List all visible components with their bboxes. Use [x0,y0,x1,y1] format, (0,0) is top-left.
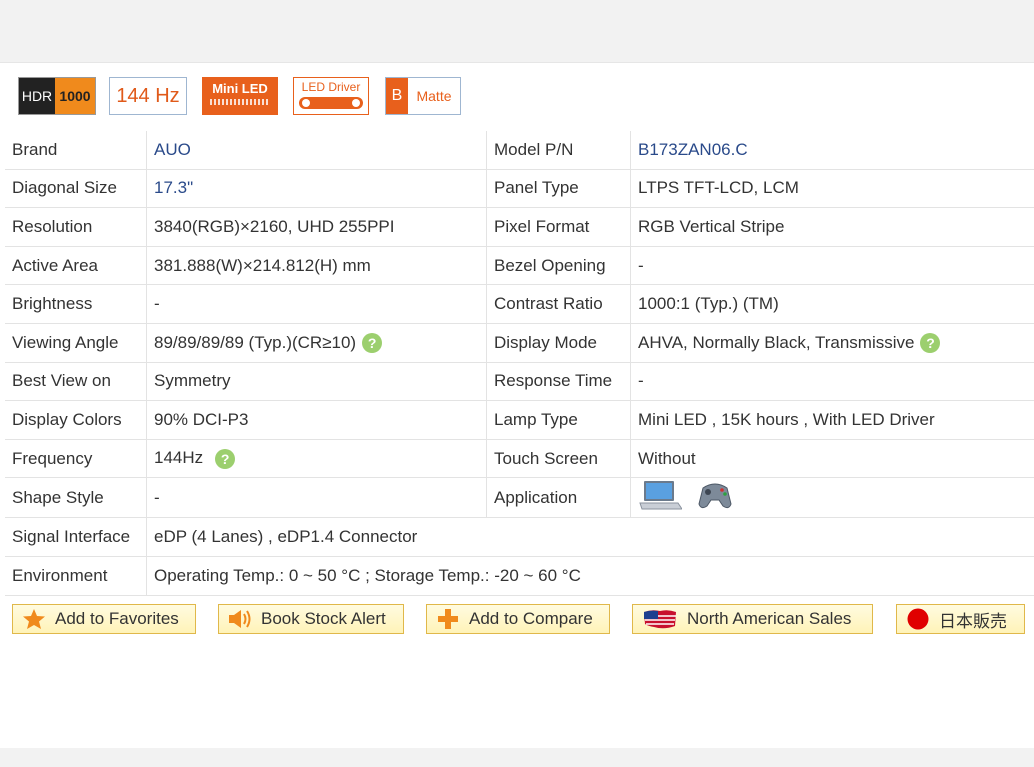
button-label: Add to Compare [469,609,593,628]
spec-label: Best View on [5,362,147,402]
us-flag-icon [641,608,679,630]
spec-value: eDP (4 Lanes) , eDP1.4 Connector [146,517,1034,557]
spec-label: Pixel Format [486,207,631,247]
spec-label: Panel Type [486,169,631,209]
gamepad-icon [697,478,733,517]
button-label: Book Stock Alert [261,609,386,628]
spec-value: Operating Temp.: 0 ~ 50 °C ; Storage Tem… [146,556,1034,596]
spec-value: - [630,246,1034,286]
spec-value: - [146,284,487,324]
table-row: Viewing Angle 89/89/89/89 (Typ.)(CR≥10)?… [5,323,1034,363]
model-link[interactable]: B173ZAN06.C [630,131,1034,170]
mini-led-badge: Mini LED [202,77,278,115]
matte-badge: B Matte [385,77,461,115]
spec-value-cell: 89/89/89/89 (Typ.)(CR≥10)? [146,323,487,363]
spec-label: Application [486,477,631,519]
refresh-rate-badge: 144 Hz [109,77,187,115]
spec-value: - [630,362,1034,402]
japan-sales-button[interactable]: 日本販売 [896,604,1025,634]
table-row: Frequency 144Hz? Touch Screen Without [5,439,1034,479]
table-row: Resolution 3840(RGB)×2160, UHD 255PPI Pi… [5,207,1034,247]
table-row: Diagonal Size 17.3" Panel Type LTPS TFT-… [5,169,1034,209]
spec-value: 90% DCI-P3 [146,400,487,440]
spec-label: Response Time [486,362,631,402]
table-row: Environment Operating Temp.: 0 ~ 50 °C ;… [5,556,1034,596]
japan-flag-icon [905,608,931,630]
spec-label: Environment [5,556,147,596]
spec-value: 144Hz [154,448,204,468]
table-row: Display Colors 90% DCI-P3 Lamp Type Mini… [5,400,1034,440]
spec-value: Symmetry [146,362,487,402]
north-american-sales-button[interactable]: North American Sales [632,604,873,634]
bottom-bar [0,748,1034,767]
table-row: Brand AUO Model P/N B173ZAN06.C [5,131,1034,170]
spec-value: RGB Vertical Stripe [630,207,1034,247]
led-dots-graphic [210,99,270,105]
spec-label: Display Colors [5,400,147,440]
spec-value-cell: AHVA, Normally Black, Transmissive? [630,323,1034,363]
help-icon[interactable]: ? [920,333,941,354]
table-row: Best View on Symmetry Response Time - [5,362,1034,402]
spec-label: Model P/N [486,131,631,170]
spec-label: Resolution [5,207,147,247]
spec-label: Touch Screen [486,439,631,479]
spec-label: Brand [5,131,147,170]
spec-value: 381.888(W)×214.812(H) mm [146,246,487,286]
spec-table: Brand AUO Model P/N B173ZAN06.C Diagonal… [5,131,1034,596]
hdr1000-badge: HDR 1000 [18,77,96,115]
hdr-value: 1000 [55,78,95,114]
spec-label: Viewing Angle [5,323,147,363]
button-label: North American Sales [687,609,852,628]
spec-value: 89/89/89/89 (Typ.)(CR≥10) [154,332,357,352]
matte-letter: B [386,78,408,114]
hdr-label: HDR [19,78,55,114]
diagonal-link[interactable]: 17.3" [146,169,487,209]
application-icons [630,477,1034,519]
matte-label: Matte [416,88,452,104]
spec-label: Bezel Opening [486,246,631,286]
table-row: Signal Interface eDP (4 Lanes) , eDP1.4 … [5,517,1034,557]
button-label: 日本販売 [939,611,1007,631]
spec-label: Display Mode [486,323,631,363]
help-icon[interactable]: ? [215,448,236,469]
spec-label: Shape Style [5,477,147,519]
table-row: Brightness - Contrast Ratio 1000:1 (Typ.… [5,284,1034,324]
led-driver-label: LED Driver [301,80,361,94]
spec-label: Signal Interface [5,517,147,557]
spec-label: Active Area [5,246,147,286]
add-to-favorites-button[interactable]: Add to Favorites [12,604,196,634]
spec-value-cell: 144Hz? [146,439,487,479]
table-row: Shape Style - Application [5,477,1034,519]
add-to-compare-button[interactable]: Add to Compare [426,604,610,634]
spec-value: Without [630,439,1034,479]
help-icon[interactable]: ? [362,333,383,354]
spec-label: Lamp Type [486,400,631,440]
button-label: Add to Favorites [55,609,179,628]
spec-label: Brightness [5,284,147,324]
spec-label: Frequency [5,439,147,479]
spec-value: LTPS TFT-LCD, LCM [630,169,1034,209]
mini-led-label: Mini LED [212,81,268,96]
spec-label: Diagonal Size [5,169,147,209]
spec-value: 3840(RGB)×2160, UHD 255PPI [146,207,487,247]
led-driver-badge: LED Driver [293,77,369,115]
plus-icon [435,608,461,630]
table-row: Active Area 381.888(W)×214.812(H) mm Bez… [5,246,1034,286]
speaker-icon [227,608,253,630]
spec-value: Mini LED , 15K hours , With LED Driver [630,400,1034,440]
laptop-icon [638,479,683,516]
star-icon [21,608,47,630]
spec-label: Contrast Ratio [486,284,631,324]
spec-value: AHVA, Normally Black, Transmissive [638,332,915,352]
book-stock-alert-button[interactable]: Book Stock Alert [218,604,404,634]
top-bar [0,0,1034,63]
brand-link[interactable]: AUO [146,131,487,170]
spec-value: - [146,477,487,519]
driver-bar-graphic [299,97,363,109]
spec-value: 1000:1 (Typ.) (TM) [630,284,1034,324]
